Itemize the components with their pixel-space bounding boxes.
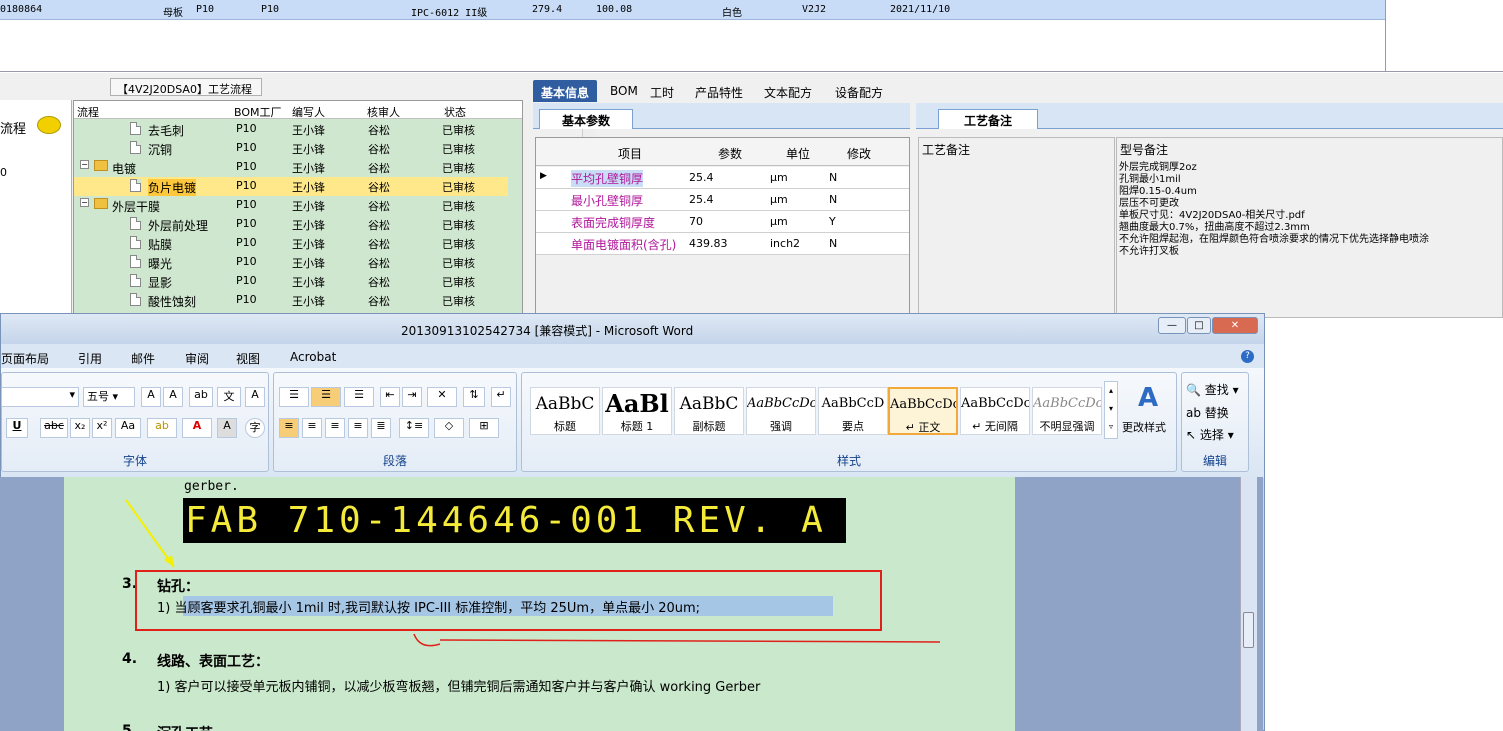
annotation-underline xyxy=(413,633,941,647)
annotation-arrow xyxy=(125,499,175,568)
annotation-marks xyxy=(125,499,941,647)
